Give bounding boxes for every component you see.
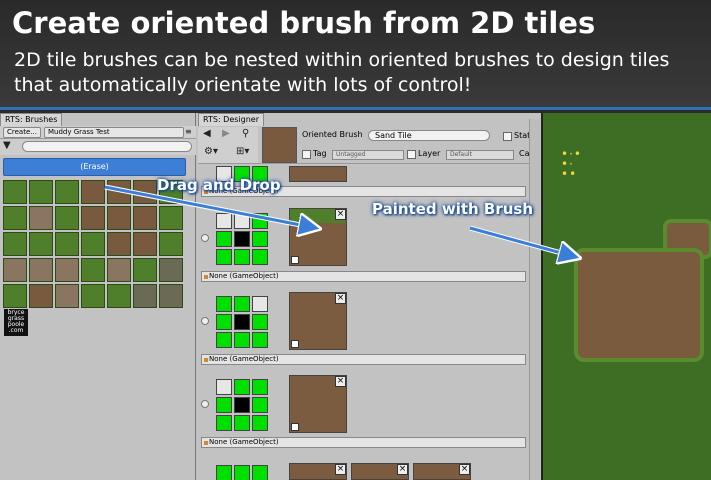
callout-arrows: [104, 184, 711, 480]
callout-painted-with-brush: Painted with Brush: [372, 200, 534, 218]
paint-arrow: [469, 226, 576, 257]
callout-drag-and-drop: Drag and Drop: [157, 176, 281, 194]
